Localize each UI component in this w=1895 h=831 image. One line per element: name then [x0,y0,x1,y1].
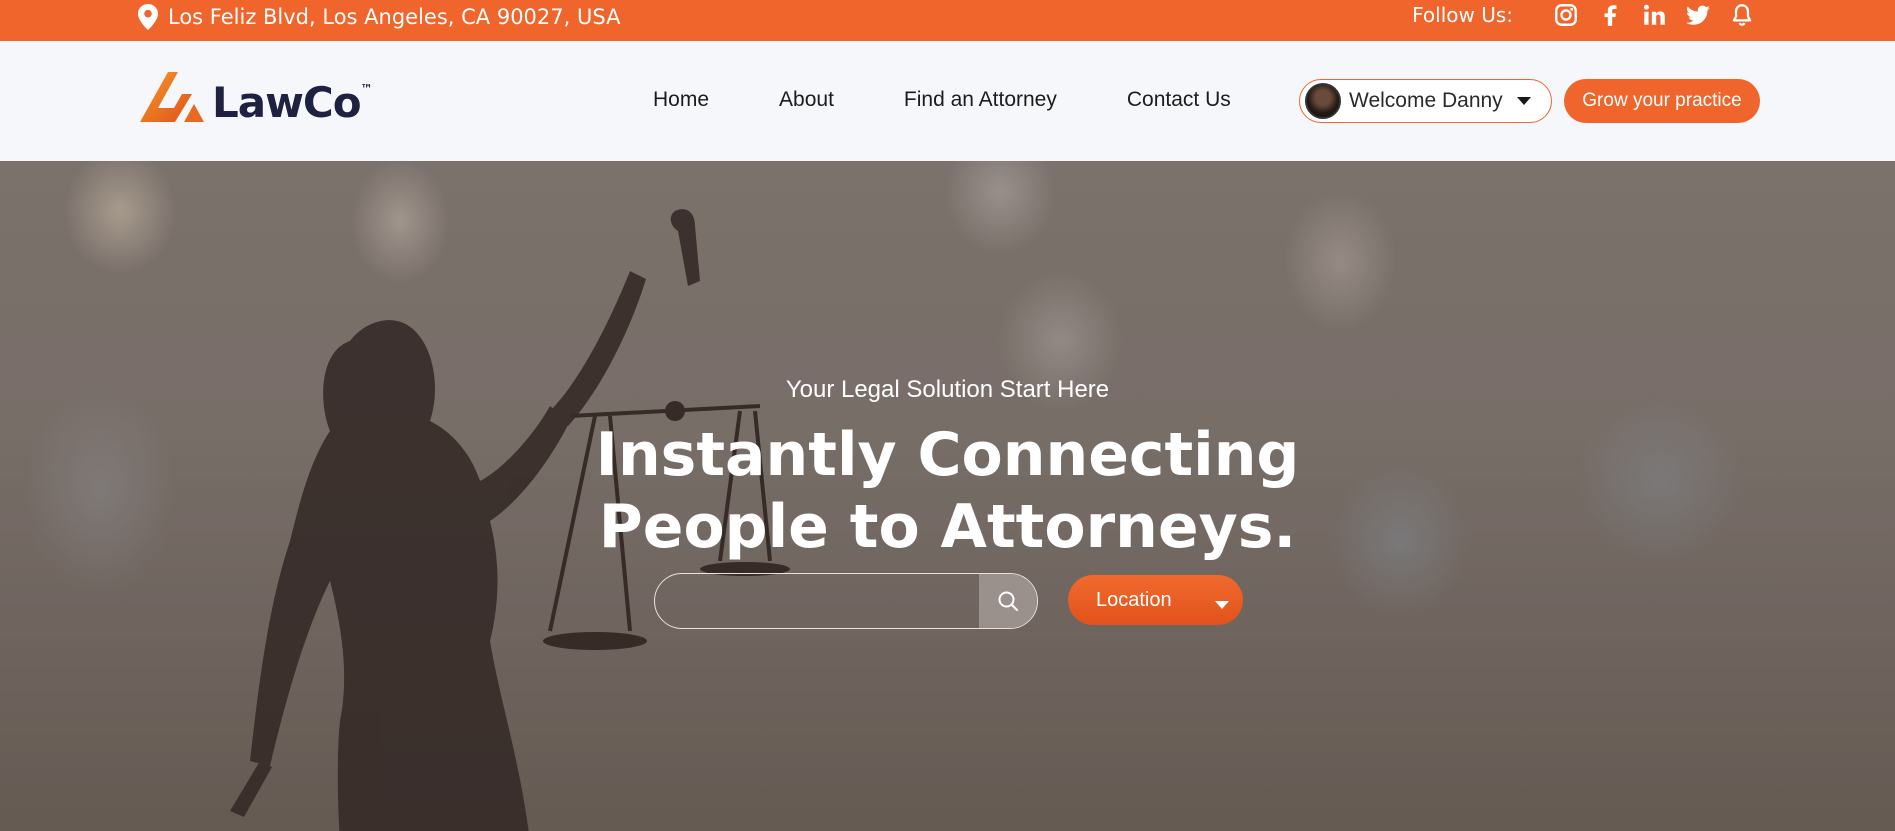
nav-about[interactable]: About [779,88,834,112]
grow-practice-button[interactable]: Grow your practice [1564,79,1760,123]
social-links: Follow Us: [1412,2,1755,28]
lawco-mark-icon [140,72,204,122]
search-bar [654,573,1038,629]
linkedin-icon[interactable] [1641,2,1667,28]
main-navbar: LawCo ™ Home About Find an Attorney Cont… [0,56,1895,149]
location-label: Location [1096,588,1172,611]
location-pin-icon [138,4,158,30]
primary-menu: Home About Find an Attorney Contact Us [653,88,1231,112]
brand-name: LawCo [212,78,362,127]
hero-title: Instantly Connecting People to Attorneys… [0,419,1895,563]
nav-home[interactable]: Home [653,88,709,112]
twitter-icon[interactable] [1685,2,1711,28]
address-text: Los Feliz Blvd, Los Angeles, CA 90027, U… [168,5,621,29]
top-bar: Los Feliz Blvd, Los Angeles, CA 90027, U… [0,0,1895,41]
hero-title-line-2: People to Attorneys. [598,492,1297,562]
bell-icon[interactable] [1729,2,1755,28]
chevron-down-icon [1215,601,1229,609]
nav-contact-us[interactable]: Contact Us [1127,88,1231,112]
hero-subtitle: Your Legal Solution Start Here [785,376,1110,403]
instagram-icon[interactable] [1553,2,1579,28]
search-input[interactable] [655,574,979,628]
address: Los Feliz Blvd, Los Angeles, CA 90027, U… [138,4,620,30]
follow-us-label: Follow Us: [1412,3,1513,27]
welcome-text: Welcome Danny [1349,89,1503,112]
hero-section: Your Legal Solution Start Here Instantly… [0,161,1895,831]
chevron-down-icon [1516,97,1531,105]
facebook-icon[interactable] [1597,2,1623,28]
search-button[interactable] [979,574,1037,628]
nav-find-attorney[interactable]: Find an Attorney [904,88,1057,112]
avatar [1305,83,1341,119]
search-icon [998,591,1019,612]
brand-logo[interactable]: LawCo ™ [138,68,373,126]
location-dropdown[interactable]: Location [1068,575,1243,625]
hero-title-line-1: Instantly Connecting [595,420,1300,490]
user-menu-dropdown[interactable]: Welcome Danny [1299,79,1552,123]
trademark-symbol: ™ [360,82,373,96]
